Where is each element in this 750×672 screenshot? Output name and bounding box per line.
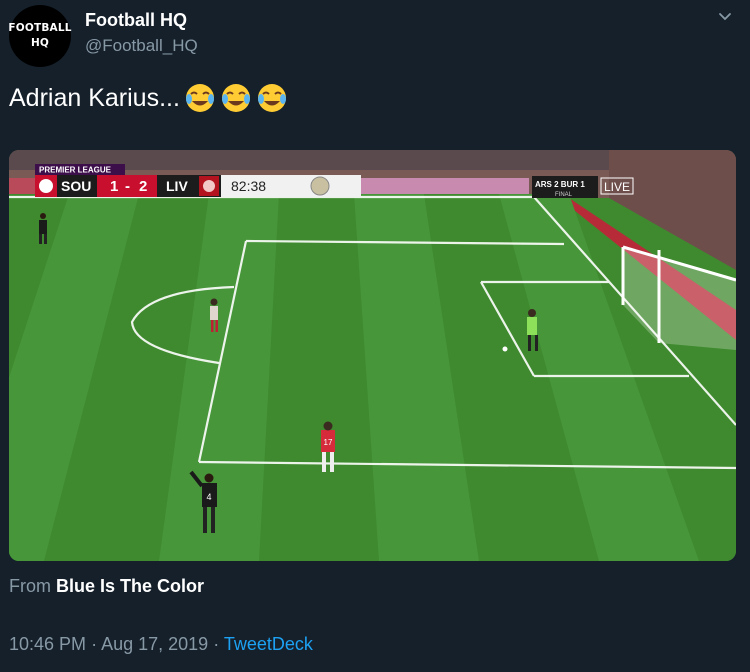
- home-score: 1: [110, 178, 118, 195]
- tweet-time[interactable]: 10:46 PM: [9, 634, 86, 654]
- face-with-tears-of-joy-icon: [221, 84, 250, 112]
- face-with-tears-of-joy-icon: [185, 84, 214, 112]
- user-handle[interactable]: @Football_HQ: [85, 36, 198, 56]
- southampton-crest-icon: [39, 179, 53, 193]
- player-number-17: 17: [324, 438, 333, 447]
- tweet-meta: 10:46 PM · Aug 17, 2019 · TweetDeck: [9, 634, 313, 655]
- attribution-prefix: From: [9, 576, 51, 596]
- video-player[interactable]: 17 4 PREMIER LEAGUE SOU 1 - 2 LIV 82:38 …: [9, 150, 736, 561]
- display-name[interactable]: Football HQ: [85, 10, 187, 31]
- tweet-text: Adrian Karius...: [9, 82, 288, 114]
- chevron-down-icon[interactable]: [718, 10, 732, 24]
- attribution-source-link[interactable]: Blue Is The Color: [56, 576, 204, 596]
- avatar-text-line2: HQ: [30, 37, 50, 49]
- away-team: LIV: [166, 178, 188, 194]
- league-label: PREMIER LEAGUE: [39, 166, 112, 175]
- tweet-date[interactable]: Aug 17, 2019: [101, 634, 208, 654]
- video-frame: 17 4 PREMIER LEAGUE SOU 1 - 2 LIV 82:38 …: [9, 150, 736, 561]
- ball: [502, 346, 508, 352]
- meta-separator: ·: [213, 634, 220, 654]
- face-with-tears-of-joy-icon: [257, 84, 286, 112]
- tweet-text-content: Adrian Karius...: [9, 83, 180, 112]
- video-attribution: From Blue Is The Color: [9, 576, 204, 597]
- match-ball-icon: [310, 176, 330, 196]
- avatar[interactable]: FOOTBALL HQ: [8, 5, 72, 67]
- liverpool-crest-icon: [203, 180, 215, 192]
- score-separator: -: [125, 178, 130, 195]
- live-label: LIVE: [604, 180, 630, 194]
- other-match-status: FINAL: [555, 192, 573, 198]
- match-clock: 82:38: [231, 178, 266, 194]
- meta-separator: ·: [91, 634, 98, 654]
- away-score: 2: [139, 178, 147, 195]
- tweet-client-link[interactable]: TweetDeck: [224, 634, 313, 654]
- other-match: ARS 2 BUR 1: [535, 180, 585, 189]
- player-number-4: 4: [206, 492, 211, 502]
- avatar-text-line1: FOOTBALL: [8, 22, 72, 34]
- home-team: SOU: [61, 178, 91, 194]
